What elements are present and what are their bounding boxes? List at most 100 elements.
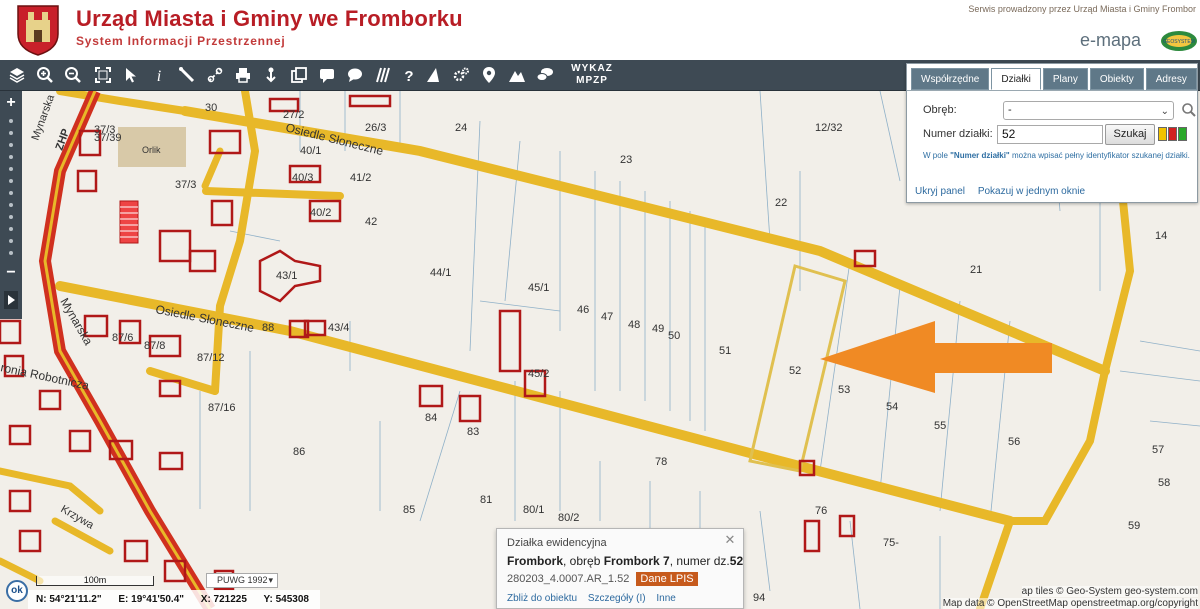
popup-obreb: Frombork 7 xyxy=(603,554,670,568)
tab-obiekty[interactable]: Obiekty xyxy=(1089,68,1144,90)
label-14: 14 xyxy=(1155,230,1167,242)
obreb-select[interactable]: - ⌄ xyxy=(1003,101,1174,120)
popup-obreb-text: , obręb xyxy=(563,554,604,568)
panel-tabs: Współrzędne Działki Plany Obiekty Adresy xyxy=(911,68,1199,90)
label-42: 42 xyxy=(365,216,377,228)
app-title: Urząd Miasta i Gminy we Fromborku xyxy=(76,6,463,31)
service-note: Serwis prowadzony przez Urząd Miasta i G… xyxy=(968,4,1196,14)
lpis-button[interactable]: Dane LPIS xyxy=(636,572,698,586)
label-87-6: 87/6 xyxy=(112,332,133,344)
color-yellow[interactable] xyxy=(1158,127,1167,141)
zoom-minus-button[interactable]: − xyxy=(3,265,19,281)
projection-select[interactable]: PUWG 1992 ▾ xyxy=(206,573,278,588)
zoom-step[interactable] xyxy=(9,179,13,183)
zoom-bar: + − xyxy=(0,91,22,319)
measure-link-icon[interactable] xyxy=(204,64,226,86)
scale-bar: 100m xyxy=(36,576,154,586)
print-icon[interactable] xyxy=(232,64,254,86)
label-41-2: 41/2 xyxy=(350,172,371,184)
label-40-1: 40/1 xyxy=(300,145,321,157)
comments-icon[interactable] xyxy=(534,64,556,86)
label-54: 54 xyxy=(886,401,898,413)
other-link[interactable]: Inne xyxy=(656,593,675,604)
tab-dzialki[interactable]: Działki xyxy=(991,68,1041,90)
highlight-color-picker[interactable] xyxy=(1158,127,1188,141)
speech-bubble-icon[interactable] xyxy=(344,64,366,86)
label-94: 94 xyxy=(753,592,765,604)
zoom-step[interactable] xyxy=(9,155,13,159)
hide-panel-link[interactable]: Ukryj panel xyxy=(915,186,965,197)
single-window-link[interactable]: Pokazuj w jednym oknie xyxy=(978,186,1085,197)
help-icon[interactable]: ? xyxy=(398,64,420,86)
marker-icon[interactable] xyxy=(478,64,500,86)
layers-icon[interactable] xyxy=(6,64,28,86)
wykaz-line1: WYKAZ xyxy=(571,63,613,74)
label-53: 53 xyxy=(838,384,850,396)
label-55: 55 xyxy=(934,420,946,432)
wykaz-line2: MPZP xyxy=(576,75,608,86)
settings-icon[interactable] xyxy=(450,64,472,86)
zoom-extent-icon[interactable] xyxy=(92,64,114,86)
coord-e: E: 19°41'50.4" xyxy=(118,594,184,605)
town-crest-icon xyxy=(17,5,59,56)
copy-icon[interactable] xyxy=(288,64,310,86)
zoom-step[interactable] xyxy=(9,143,13,147)
ok-button[interactable]: ok xyxy=(6,580,28,602)
panel-toggle-button[interactable] xyxy=(4,291,18,309)
zoom-step[interactable] xyxy=(9,191,13,195)
label-street-mynarska: Mynarska xyxy=(30,92,58,142)
info-icon[interactable]: i xyxy=(148,64,170,86)
label-59: 59 xyxy=(1128,520,1140,532)
mountain-icon[interactable] xyxy=(506,64,528,86)
coordinates-readout: N: 54°21'11.2" E: 19°41'50.4" X: 721225 … xyxy=(28,590,320,609)
tiles-attribution[interactable]: ap tiles © Geo-System geo-system.com xyxy=(1021,586,1198,597)
tab-adresy[interactable]: Adresy xyxy=(1145,68,1197,90)
label-80-1: 80/1 xyxy=(523,504,544,516)
details-link[interactable]: Szczegóły (I) xyxy=(588,593,646,604)
zoom-step[interactable] xyxy=(9,239,13,243)
label-45-1: 45/1 xyxy=(528,282,549,294)
label-52: 52 xyxy=(789,365,801,377)
search-hint-bold: "Numer działki" xyxy=(950,151,1010,160)
measure-distance-icon[interactable] xyxy=(176,64,198,86)
chat-square-icon[interactable] xyxy=(316,64,338,86)
label-48: 48 xyxy=(628,319,640,331)
zoom-step[interactable] xyxy=(9,227,13,231)
select-pointer-icon[interactable] xyxy=(120,64,142,86)
zoom-step[interactable] xyxy=(9,119,13,123)
hatch-icon[interactable] xyxy=(372,64,394,86)
zoom-step[interactable] xyxy=(9,251,13,255)
color-green[interactable] xyxy=(1178,127,1187,141)
label-87-16: 87/16 xyxy=(208,402,236,414)
close-icon[interactable]: ✕ xyxy=(723,533,737,547)
osm-attribution[interactable]: Map data © OpenStreetMap openstreetmap.o… xyxy=(942,598,1198,609)
coord-y: Y: 545308 xyxy=(263,594,309,605)
zoom-step[interactable] xyxy=(9,203,13,207)
zoom-out-icon[interactable] xyxy=(62,64,84,86)
zoom-plus-button[interactable]: + xyxy=(3,95,19,111)
triangle-icon[interactable] xyxy=(422,64,444,86)
zoom-step[interactable] xyxy=(9,131,13,135)
search-icon[interactable] xyxy=(1181,102,1197,118)
zoom-to-object-link[interactable]: Zbliż do obiektu xyxy=(507,593,577,604)
tab-divider xyxy=(907,90,1197,91)
wykaz-mpzp-button[interactable]: WYKAZ MPZP xyxy=(566,63,618,87)
color-red[interactable] xyxy=(1168,127,1177,141)
label-44-1: 44/1 xyxy=(430,267,451,279)
tab-plany[interactable]: Plany xyxy=(1042,68,1088,90)
tab-wspolrzedne[interactable]: Współrzędne xyxy=(911,68,990,90)
label-orlik: Orlik xyxy=(142,145,161,155)
numer-dzialki-input[interactable]: 52 xyxy=(997,125,1103,144)
label-24: 24 xyxy=(455,122,467,134)
popup-links: Zbliż do obiektu Szczegóły (I) Inne xyxy=(507,593,684,604)
search-button[interactable]: Szukaj xyxy=(1105,124,1155,145)
label-27-2: 27/2 xyxy=(283,109,304,121)
label-37-3b: 37/3 xyxy=(175,179,196,191)
download-icon[interactable] xyxy=(260,64,282,86)
chevron-down-icon: ▾ xyxy=(268,575,273,585)
zoom-in-icon[interactable] xyxy=(34,64,56,86)
zoom-step[interactable] xyxy=(9,215,13,219)
zoom-step[interactable] xyxy=(9,167,13,171)
label-58: 58 xyxy=(1158,477,1170,489)
panel-links: Ukryj panel Pokazuj w jednym oknie xyxy=(915,186,1095,197)
